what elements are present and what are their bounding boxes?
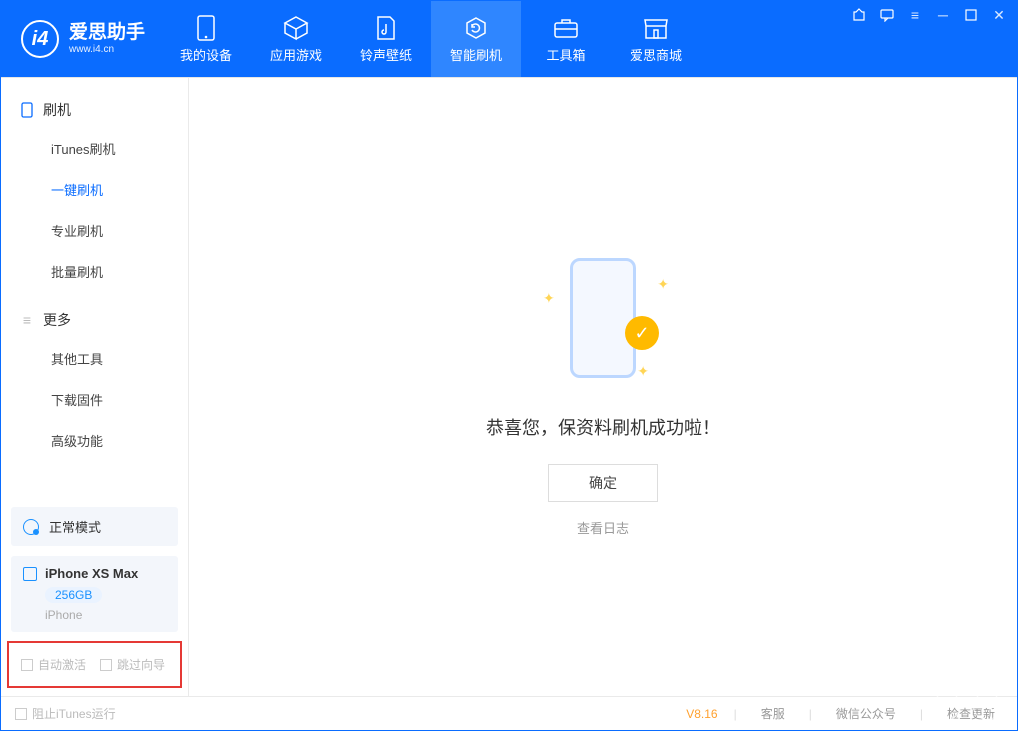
tab-smart-flash[interactable]: 智能刷机 <box>431 1 521 77</box>
tab-apps-games[interactable]: 应用游戏 <box>251 1 341 77</box>
music-file-icon <box>373 15 399 41</box>
tab-label: 应用游戏 <box>270 45 322 64</box>
sidebar-bottom-options: 自动激活 跳过向导 <box>7 641 182 688</box>
tab-ringtones-wallpapers[interactable]: 铃声壁纸 <box>341 1 431 77</box>
download-icon[interactable] <box>933 692 961 720</box>
logo-icon: i4 <box>21 20 59 58</box>
statusbar: 阻止iTunes运行 V8.16 | 客服 | 微信公众号 | 检查更新 <box>1 696 1017 730</box>
view-log-link[interactable]: 查看日志 <box>577 518 629 537</box>
header-right-icons <box>933 692 1001 720</box>
tab-label: 工具箱 <box>547 45 586 64</box>
titlebar: i4 爱思助手 www.i4.cn 我的设备 应用游戏 铃声壁纸 智能刷机 <box>1 1 1017 77</box>
nav-tabs: 我的设备 应用游戏 铃声壁纸 智能刷机 工具箱 爱思商城 <box>161 1 701 77</box>
checkbox-label: 阻止iTunes运行 <box>32 705 116 722</box>
sidebar-group-flash: 刷机 <box>1 92 188 128</box>
tab-label: 铃声壁纸 <box>360 45 412 64</box>
sidebar-item-batch-flash[interactable]: 批量刷机 <box>1 251 188 292</box>
theme-icon[interactable] <box>851 7 867 23</box>
device-icon <box>193 15 219 41</box>
sidebar-item-oneclick-flash[interactable]: 一键刷机 <box>1 169 188 210</box>
minimize-button[interactable]: ─ <box>935 7 951 23</box>
success-message: 恭喜您，保资料刷机成功啦！ <box>486 414 720 440</box>
tab-label: 我的设备 <box>180 45 232 64</box>
brand-name: 爱思助手 <box>69 23 145 44</box>
sidebar-item-other-tools[interactable]: 其他工具 <box>1 338 188 379</box>
maximize-button[interactable] <box>963 7 979 23</box>
checkbox-skip-guide[interactable]: 跳过向导 <box>100 656 165 673</box>
status-link-support[interactable]: 客服 <box>753 705 793 722</box>
spark-icon: ✦ <box>657 276 669 293</box>
toolbox-icon <box>553 15 579 41</box>
content-body: 刷机 iTunes刷机 一键刷机 专业刷机 批量刷机 ≡ 更多 其他工具 下载固… <box>1 77 1017 696</box>
user-icon[interactable] <box>973 692 1001 720</box>
store-icon <box>643 15 669 41</box>
tab-toolbox[interactable]: 工具箱 <box>521 1 611 77</box>
ok-button[interactable]: 确定 <box>548 464 658 502</box>
app-window: i4 爱思助手 www.i4.cn 我的设备 应用游戏 铃声壁纸 智能刷机 <box>0 0 1018 731</box>
sidebar-group-more: ≡ 更多 <box>1 302 188 338</box>
checkbox-icon <box>21 659 33 671</box>
spark-icon: ✦ <box>637 363 649 380</box>
mode-icon <box>23 519 39 535</box>
checkbox-icon <box>100 659 112 671</box>
spark-icon: ✦ <box>543 290 555 307</box>
tab-label: 智能刷机 <box>450 45 502 64</box>
app-logo: i4 爱思助手 www.i4.cn <box>1 20 161 58</box>
group-title: 更多 <box>43 310 71 330</box>
window-controls: ≡ ─ ✕ <box>851 7 1007 23</box>
device-type: iPhone <box>45 608 166 622</box>
checkbox-icon <box>15 708 27 720</box>
cube-icon <box>283 15 309 41</box>
main-content: ✓ ✦ ✦ ✦ 恭喜您，保资料刷机成功啦！ 确定 查看日志 <box>189 78 1017 696</box>
device-name: iPhone XS Max <box>45 566 138 581</box>
sidebar: 刷机 iTunes刷机 一键刷机 专业刷机 批量刷机 ≡ 更多 其他工具 下载固… <box>1 78 189 696</box>
checkbox-label: 跳过向导 <box>117 656 165 673</box>
sidebar-nav: 刷机 iTunes刷机 一键刷机 专业刷机 批量刷机 ≡ 更多 其他工具 下载固… <box>1 78 188 503</box>
checkbox-label: 自动激活 <box>38 656 86 673</box>
menu-icon[interactable]: ≡ <box>907 7 923 23</box>
sidebar-item-download-firmware[interactable]: 下载固件 <box>1 379 188 420</box>
check-circle-icon: ✓ <box>625 316 659 350</box>
device-capacity: 256GB <box>45 587 102 603</box>
device-mode-label: 正常模式 <box>49 517 101 536</box>
logo-text: 爱思助手 www.i4.cn <box>69 23 145 55</box>
checkbox-block-itunes[interactable]: 阻止iTunes运行 <box>15 705 116 722</box>
phone-icon <box>19 102 35 118</box>
tab-store[interactable]: 爱思商城 <box>611 1 701 77</box>
sidebar-item-advanced[interactable]: 高级功能 <box>1 420 188 461</box>
list-icon: ≡ <box>19 312 35 328</box>
close-button[interactable]: ✕ <box>991 7 1007 23</box>
status-link-wechat[interactable]: 微信公众号 <box>828 705 904 722</box>
brand-url: www.i4.cn <box>69 44 145 55</box>
feedback-icon[interactable] <box>879 7 895 23</box>
device-mode-card[interactable]: 正常模式 <box>11 507 178 546</box>
sidebar-item-pro-flash[interactable]: 专业刷机 <box>1 210 188 251</box>
device-icon <box>23 567 37 581</box>
tab-label: 爱思商城 <box>630 45 682 64</box>
success-illustration: ✓ ✦ ✦ ✦ <box>543 258 663 388</box>
device-card[interactable]: iPhone XS Max 256GB iPhone <box>11 556 178 632</box>
sidebar-item-itunes-flash[interactable]: iTunes刷机 <box>1 128 188 169</box>
group-title: 刷机 <box>43 100 71 120</box>
version-label: V8.16 <box>686 707 717 721</box>
phone-outline-icon <box>570 258 636 378</box>
checkbox-auto-activate[interactable]: 自动激活 <box>21 656 86 673</box>
refresh-icon <box>463 15 489 41</box>
tab-my-device[interactable]: 我的设备 <box>161 1 251 77</box>
